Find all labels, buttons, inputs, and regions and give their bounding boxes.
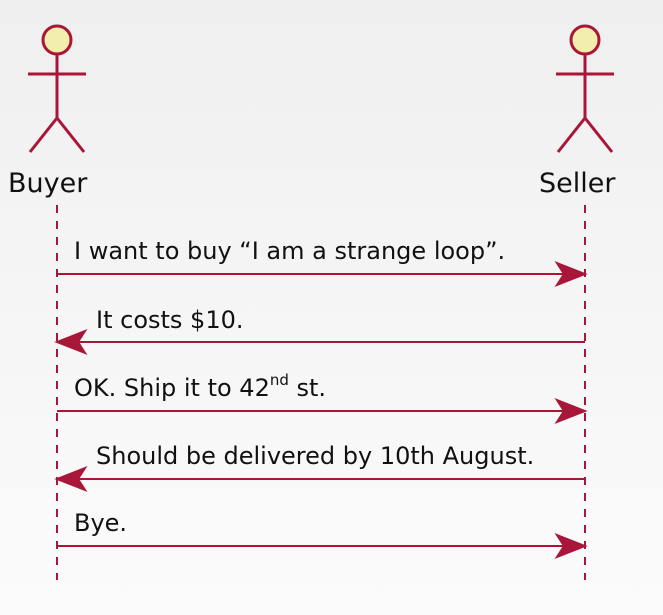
message-label-3-text: OK. Ship it to 42 <box>74 374 270 402</box>
buyer-label: Buyer <box>8 168 88 199</box>
message-label-3: OK. Ship it to 42nd st. <box>74 371 327 402</box>
seller-actor-icon <box>556 24 614 153</box>
message-label-3-suffix: st. <box>288 374 327 402</box>
message-label-1: I want to buy “I am a strange loop”. <box>74 237 506 265</box>
message-label-4: Should be delivered by 10th August. <box>96 442 535 470</box>
buyer-actor-icon <box>28 24 86 153</box>
seller-label: Seller <box>539 168 616 199</box>
message-label-2: It costs $10. <box>96 306 244 334</box>
message-label-3-sup: nd <box>269 371 289 389</box>
message-label-5: Bye. <box>74 509 128 537</box>
sequence-diagram: Buyer Seller I want to buy “I am a stran… <box>0 0 663 615</box>
